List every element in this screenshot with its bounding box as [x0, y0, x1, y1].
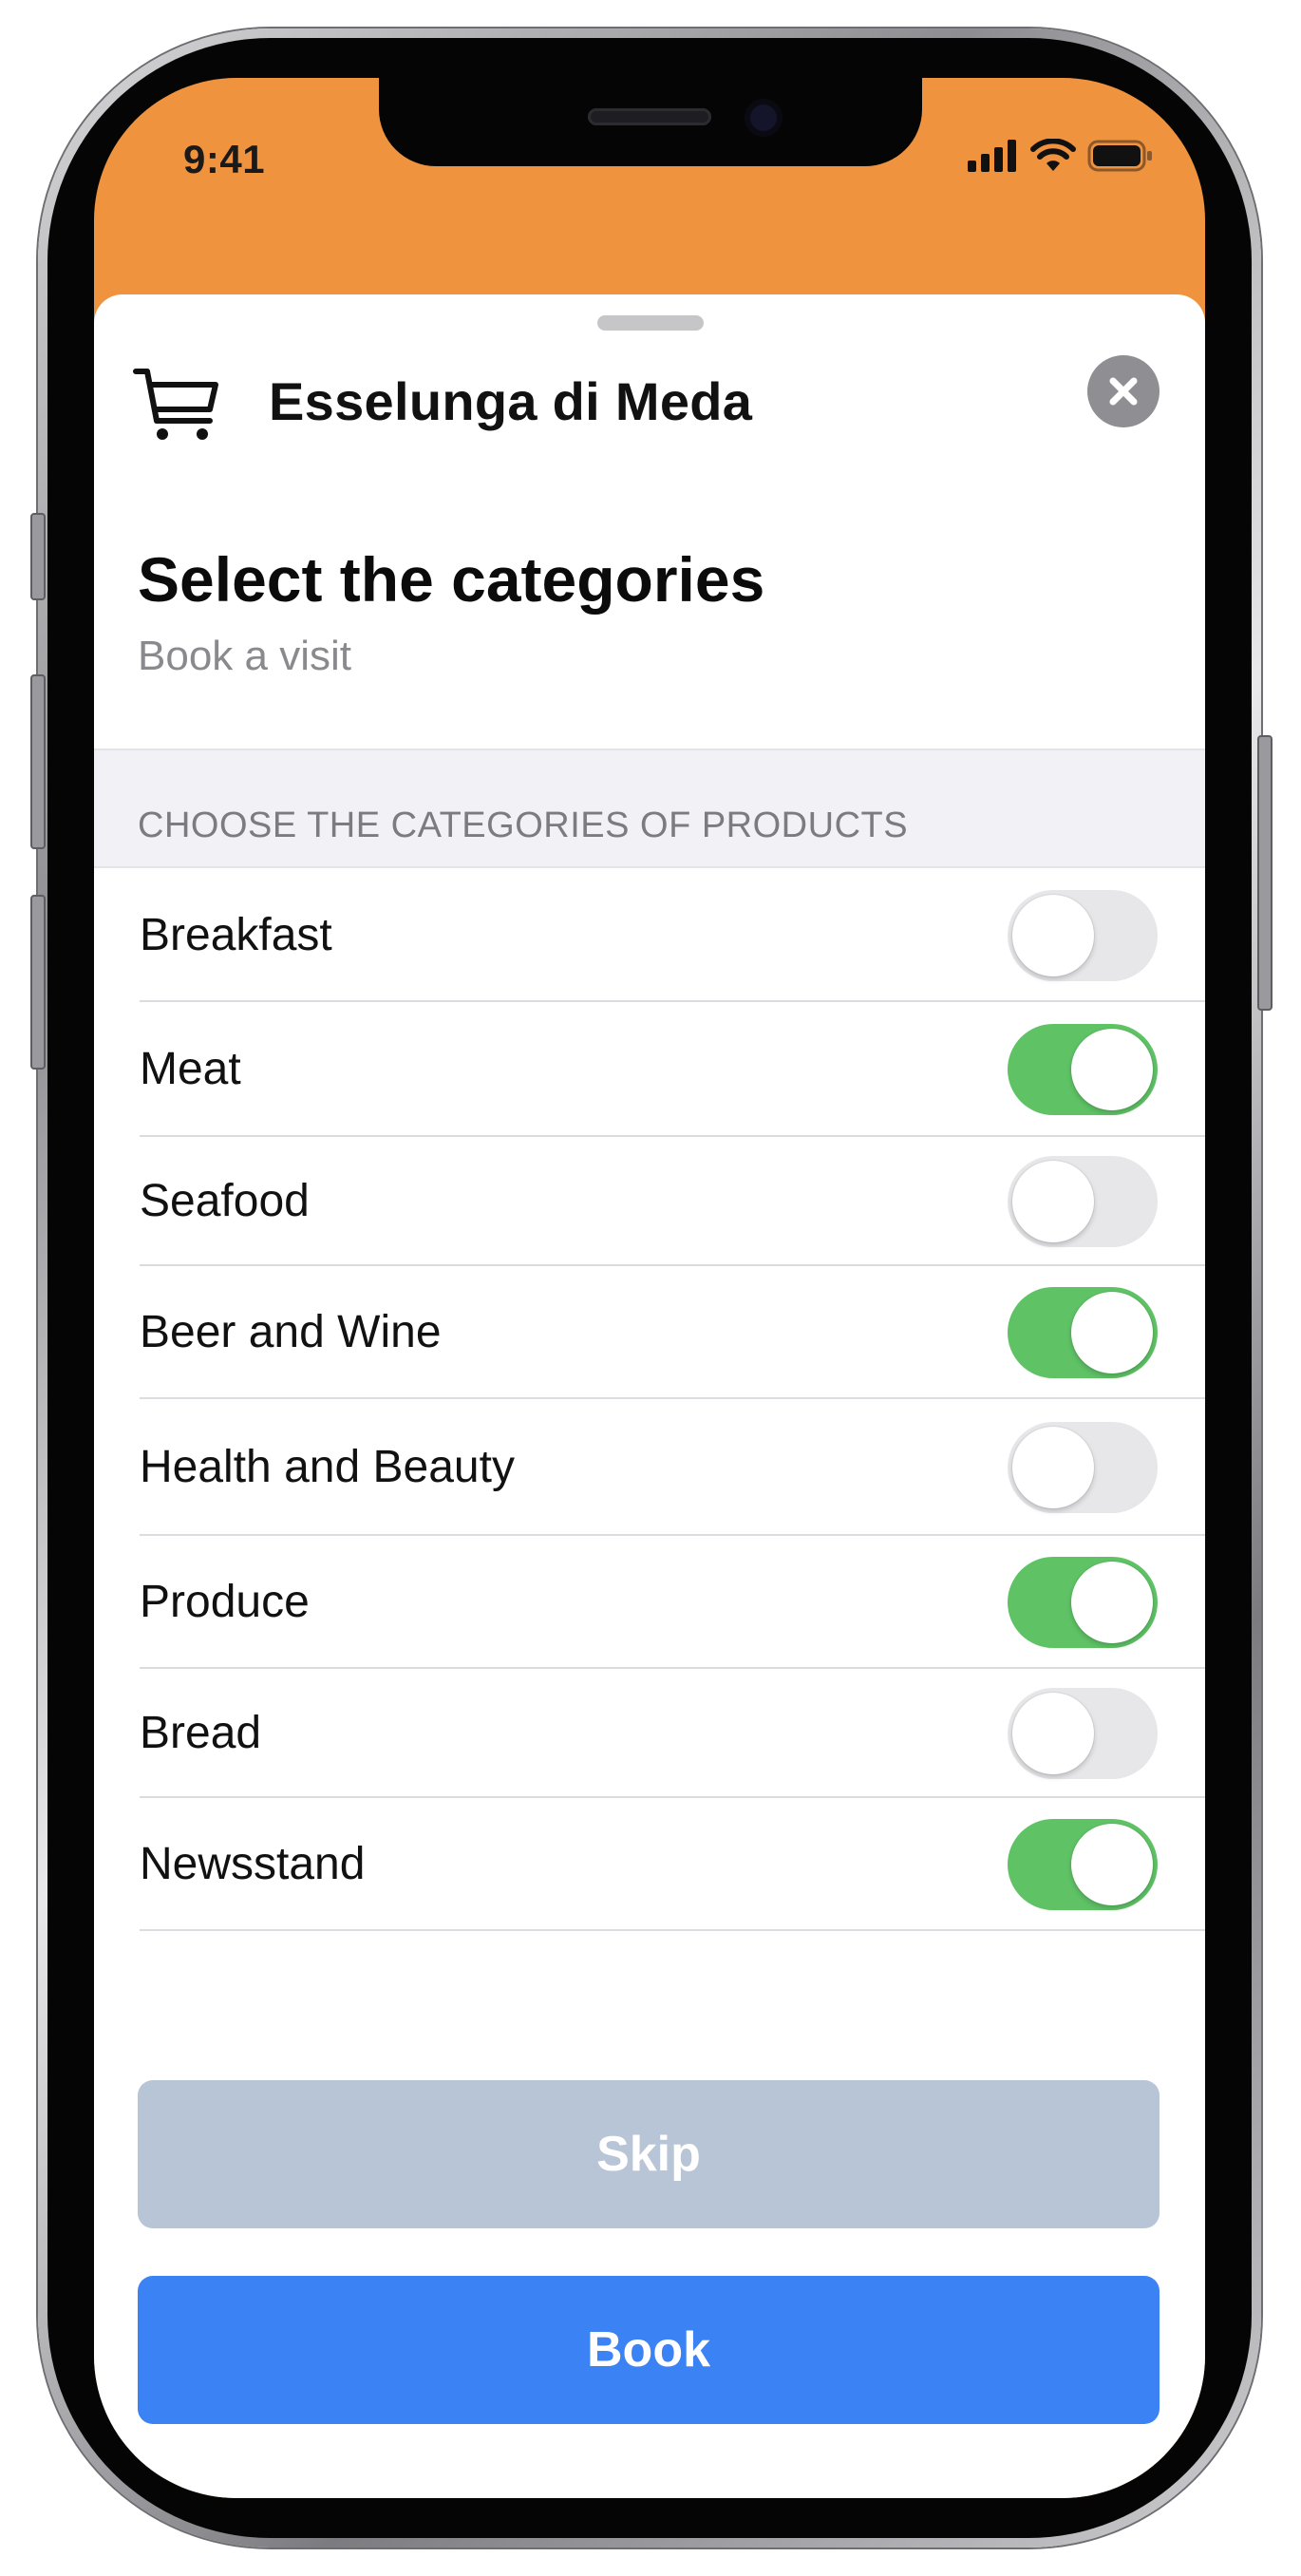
store-name: Esselunga di Meda [269, 371, 753, 431]
category-toggle[interactable] [1008, 1422, 1158, 1513]
category-toggle[interactable] [1008, 1024, 1158, 1115]
section-header-label: CHOOSE THE CATEGORIES OF PRODUCTS [138, 805, 909, 845]
category-label: Newsstand [140, 1839, 366, 1889]
section-header: CHOOSE THE CATEGORIES OF PRODUCTS [94, 748, 1205, 868]
category-row: Newsstand [94, 1798, 1205, 1931]
status-bar: 9:41 [94, 78, 1205, 201]
toggle-knob [1012, 894, 1094, 976]
screen: 9:41 Esselunga di Meda Select the catego… [94, 78, 1205, 2498]
close-button[interactable] [1087, 355, 1160, 427]
category-toggle[interactable] [1008, 889, 1158, 981]
category-row: Bread [94, 1669, 1205, 1798]
category-label: Bread [140, 1708, 262, 1758]
toggle-knob [1012, 1693, 1094, 1774]
page-subtitle: Book a visit [138, 633, 351, 679]
category-row: Beer and Wine [94, 1266, 1205, 1399]
category-label: Beer and Wine [140, 1307, 442, 1357]
toggle-knob [1012, 1161, 1094, 1242]
category-label: Breakfast [140, 909, 332, 960]
category-toggle[interactable] [1008, 1156, 1158, 1247]
category-row: Meat [94, 1002, 1205, 1137]
earpiece-speaker [588, 108, 711, 125]
skip-button[interactable]: Skip [138, 2080, 1160, 2228]
notch [379, 78, 922, 166]
category-label: Seafood [140, 1176, 310, 1226]
silent-switch [30, 513, 46, 600]
volume-down-button [30, 895, 46, 1070]
row-divider [140, 1929, 1205, 1931]
category-row: Produce [94, 1536, 1205, 1669]
category-row: Seafood [94, 1137, 1205, 1266]
cellular-signal-icon [968, 140, 1016, 172]
toggle-knob [1071, 1824, 1153, 1905]
wifi-icon [1030, 139, 1076, 171]
bottom-sheet: Esselunga di Meda Select the categories … [94, 294, 1205, 2498]
category-toggle[interactable] [1008, 1819, 1158, 1910]
toggle-knob [1071, 1292, 1153, 1373]
status-time: 9:41 [183, 137, 266, 181]
category-toggle[interactable] [1008, 1287, 1158, 1378]
power-button [1257, 735, 1273, 1011]
category-label: Health and Beauty [140, 1442, 515, 1492]
toggle-knob [1012, 1427, 1094, 1508]
battery-icon [1087, 140, 1152, 172]
status-icons [968, 137, 1154, 175]
sheet-grabber[interactable] [597, 315, 704, 331]
toggle-knob [1071, 1029, 1153, 1110]
category-label: Produce [140, 1577, 310, 1627]
category-row: Breakfast [94, 868, 1205, 1002]
volume-up-button [30, 674, 46, 849]
book-button[interactable]: Book [138, 2276, 1160, 2424]
cart-icon [133, 369, 218, 440]
category-row: Health and Beauty [94, 1399, 1205, 1536]
close-icon [1109, 377, 1138, 406]
category-label: Meat [140, 1044, 241, 1094]
page-title: Select the categories [138, 544, 765, 615]
category-toggle[interactable] [1008, 1557, 1158, 1648]
front-camera [745, 99, 782, 137]
toggle-knob [1071, 1562, 1153, 1643]
category-toggle[interactable] [1008, 1688, 1158, 1779]
